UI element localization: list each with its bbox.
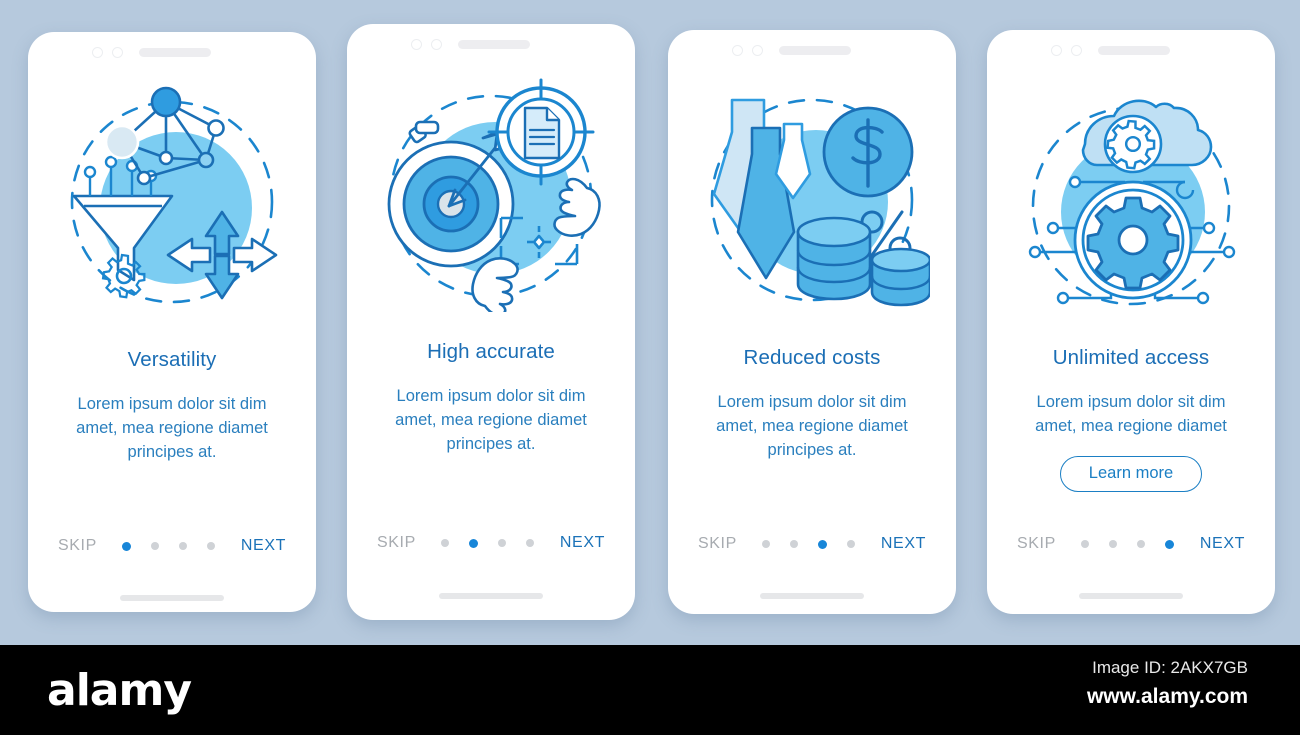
pagination-dots: [122, 541, 216, 551]
speaker-icon: [779, 45, 851, 55]
illustration-reduced-costs: [668, 74, 956, 326]
phone-top-bar: [668, 30, 956, 70]
phone-screen-unlimited-access: Unlimited access Lorem ipsum dolor sit d…: [987, 30, 1275, 614]
skip-button[interactable]: SKIP: [698, 535, 737, 553]
illustration-high-accurate: [347, 68, 635, 320]
pagination-dot-4[interactable]: [526, 539, 535, 547]
speaker-icon: [458, 39, 530, 49]
watermark-image-id: Image ID: 2AKX7GB: [1092, 658, 1248, 677]
skip-button[interactable]: SKIP: [58, 537, 97, 555]
pagination-dot-2[interactable]: [1109, 540, 1118, 548]
pagination-dot-2[interactable]: [151, 542, 160, 550]
pagination-dot-3[interactable]: [179, 542, 188, 550]
alamy-logo: alamy: [47, 665, 192, 716]
camera-icon: [1051, 44, 1062, 56]
pagination-dot-4[interactable]: [1165, 539, 1175, 549]
phone-screen-high-accurate: High accurate Lorem ipsum dolor sit dim …: [347, 24, 635, 620]
next-button[interactable]: NEXT: [1200, 535, 1245, 553]
home-indicator: [760, 593, 864, 599]
phone-screen-versatility: Versatility Lorem ipsum dolor sit dim am…: [28, 32, 316, 612]
pagination-dots: [762, 539, 856, 549]
sensor-icon: [112, 46, 123, 58]
skip-button[interactable]: SKIP: [1017, 535, 1056, 553]
pagination-dot-4[interactable]: [207, 542, 216, 550]
speaker-icon: [139, 47, 211, 57]
watermark-bar: alamy Image ID: 2AKX7GB www.alamy.com: [0, 645, 1300, 735]
camera-icon: [411, 38, 422, 50]
pagination-dot-1[interactable]: [122, 541, 132, 551]
sensor-icon: [431, 38, 442, 50]
illustration-unlimited-access: [987, 74, 1275, 326]
camera-icon: [732, 44, 743, 56]
pagination-dot-1[interactable]: [1081, 540, 1090, 548]
page-title: High accurate: [427, 340, 555, 363]
next-button[interactable]: NEXT: [881, 535, 926, 553]
page-title: Reduced costs: [743, 346, 881, 369]
onboarding-screens-stage: Versatility Lorem ipsum dolor sit dim am…: [0, 0, 1300, 640]
home-indicator: [120, 595, 224, 601]
pagination-dot-3[interactable]: [498, 539, 507, 547]
pagination-dot-1[interactable]: [441, 539, 450, 547]
pagination-dot-2[interactable]: [790, 540, 799, 548]
onboarding-nav: SKIP NEXT: [28, 537, 316, 555]
phone-top-bar: [347, 24, 635, 64]
home-indicator: [1079, 593, 1183, 599]
phone-top-bar: [28, 32, 316, 72]
pagination-dots: [441, 538, 535, 548]
learn-more-button[interactable]: Learn more: [1059, 455, 1203, 492]
onboarding-nav: SKIP NEXT: [668, 535, 956, 553]
speaker-icon: [1098, 45, 1170, 55]
sensor-icon: [752, 44, 763, 56]
next-button[interactable]: NEXT: [241, 537, 286, 555]
page-description: Lorem ipsum dolor sit dim amet, mea regi…: [395, 387, 587, 453]
pagination-dot-3[interactable]: [818, 539, 828, 549]
illustration-versatility: [28, 76, 316, 328]
home-indicator: [439, 593, 543, 599]
pagination-dot-3[interactable]: [1137, 540, 1146, 548]
pagination-dots: [1081, 539, 1175, 549]
pagination-dot-1[interactable]: [762, 540, 771, 548]
phone-screen-reduced-costs: Reduced costs Lorem ipsum dolor sit dim …: [668, 30, 956, 614]
onboarding-nav: SKIP NEXT: [347, 534, 635, 552]
page-description: Lorem ipsum dolor sit dim amet, mea regi…: [76, 395, 268, 461]
pagination-dot-4[interactable]: [847, 540, 856, 548]
onboarding-nav: SKIP NEXT: [987, 535, 1275, 553]
page-description: Lorem ipsum dolor sit dim amet, mea regi…: [1035, 393, 1227, 435]
camera-icon: [92, 46, 103, 58]
watermark-url: www.alamy.com: [1086, 685, 1248, 708]
sensor-icon: [1071, 44, 1082, 56]
page-title: Versatility: [127, 348, 217, 371]
pagination-dot-2[interactable]: [469, 538, 479, 548]
page-title: Unlimited access: [1052, 346, 1210, 369]
page-description: Lorem ipsum dolor sit dim amet, mea regi…: [716, 393, 908, 459]
next-button[interactable]: NEXT: [560, 534, 605, 552]
skip-button[interactable]: SKIP: [377, 534, 416, 552]
phone-top-bar: [987, 30, 1275, 70]
